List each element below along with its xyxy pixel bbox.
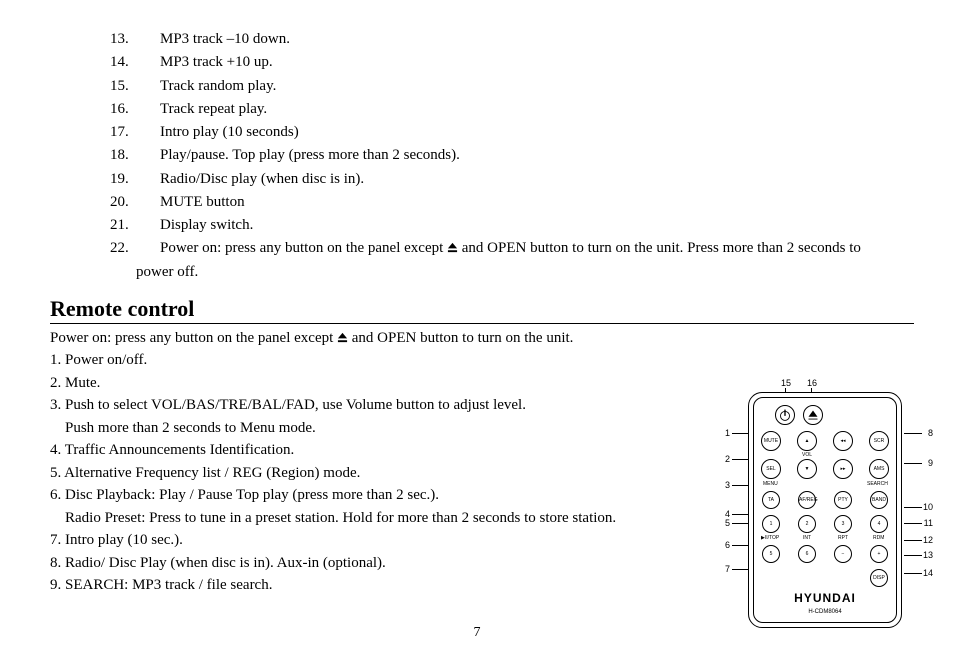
item-text: MP3 track –10 down. xyxy=(160,28,914,51)
vol-label: VOL xyxy=(802,452,812,458)
remote-diagram: 15 16 1 2 3 4 5 6 7 8 9 10 11 12 13 14 xyxy=(724,378,934,640)
list-item: 22. Power on: press any button on the pa… xyxy=(110,237,914,260)
eject-icon xyxy=(337,332,348,343)
ta-button: TA xyxy=(762,491,780,509)
page-number: 7 xyxy=(0,625,954,641)
list-item: 18. Play/pause. Top play (press more tha… xyxy=(110,144,914,167)
manual-page: 13. MP3 track –10 down. 14. MP3 track +1… xyxy=(0,0,954,649)
callout-14: 14 xyxy=(922,568,934,578)
item-number: 19. xyxy=(110,168,160,191)
callout-13: 13 xyxy=(922,550,934,560)
item-number: 13. xyxy=(110,28,160,51)
list-item: 1. Power on/off. xyxy=(50,349,914,372)
callout-8: 8 xyxy=(927,428,934,438)
list-item: 16. Track repeat play. xyxy=(110,98,914,121)
item-number: 20. xyxy=(110,191,160,214)
item-text: Power on: press any button on the panel … xyxy=(160,237,914,260)
item-number: 22. xyxy=(110,237,160,260)
callout-10: 10 xyxy=(922,502,934,512)
preset-6-button: 6 xyxy=(798,545,816,563)
rpt-label: RPT xyxy=(838,535,848,541)
sel-button: SEL xyxy=(761,459,781,479)
list-item: 15. Track random play. xyxy=(110,75,914,98)
preset-3-button: 3 xyxy=(834,515,852,533)
preset-2-button: 2 xyxy=(798,515,816,533)
callout-9: 9 xyxy=(927,458,934,468)
controls-list: 13. MP3 track –10 down. 14. MP3 track +1… xyxy=(50,28,914,284)
pty-button: PTY xyxy=(834,491,852,509)
band-button: BAND xyxy=(870,491,888,509)
item-text: Track repeat play. xyxy=(160,98,914,121)
down-button-icon: ▼ xyxy=(797,459,817,479)
skip-minus-button-icon: − xyxy=(834,545,852,563)
item-number: 14. xyxy=(110,51,160,74)
callout-15: 15 xyxy=(780,378,792,388)
list-item: 21. Display switch. xyxy=(110,214,914,237)
list-item: 20. MUTE button xyxy=(110,191,914,214)
remote-body: MUTE ▲ ◂◂ SCR VOL SEL ▼ ▸▸ AMS MENU SEAR… xyxy=(748,392,902,628)
item-number: 16. xyxy=(110,98,160,121)
ams-button: AMS xyxy=(869,459,889,479)
section-heading-remote-control: Remote control xyxy=(50,296,914,324)
top-label: ▶II/TOP xyxy=(761,535,779,541)
callout-6: 6 xyxy=(724,540,731,550)
preset-4-button: 4 xyxy=(870,515,888,533)
item-number: 17. xyxy=(110,121,160,144)
power-button-icon xyxy=(775,405,795,425)
callout-7: 7 xyxy=(724,564,731,574)
item-text-wrap: power off. xyxy=(136,261,914,284)
item-text: Play/pause. Top play (press more than 2 … xyxy=(160,144,914,167)
intro-text: Power on: press any button on the panel … xyxy=(50,327,914,350)
prev-button-icon: ◂◂ xyxy=(833,431,853,451)
scr-button: SCR xyxy=(869,431,889,451)
model-label: H-CDM8064 xyxy=(749,609,901,615)
callout-12: 12 xyxy=(922,535,934,545)
item-text: Display switch. xyxy=(160,214,914,237)
preset-5-button: 5 xyxy=(762,545,780,563)
callout-11: 11 xyxy=(923,518,934,528)
list-item: 13. MP3 track –10 down. xyxy=(110,28,914,51)
search-label: SEARCH xyxy=(867,481,888,487)
int-label: INT xyxy=(803,535,811,541)
disp-button: DISP xyxy=(870,569,888,587)
item-text: Radio/Disc play (when disc is in). xyxy=(160,168,914,191)
item-number: 15. xyxy=(110,75,160,98)
brand-label: HYUNDAI xyxy=(749,591,901,605)
callout-16: 16 xyxy=(806,378,818,388)
callout-5: 5 xyxy=(724,518,731,528)
intro-after: and OPEN button to turn on the unit. xyxy=(352,330,574,346)
item-text: MP3 track +10 up. xyxy=(160,51,914,74)
mute-button: MUTE xyxy=(761,431,781,451)
up-button-icon: ▲ xyxy=(797,431,817,451)
callout-1: 1 xyxy=(724,428,731,438)
item-text-before: Power on: press any button on the panel … xyxy=(160,240,447,256)
item-text: Intro play (10 seconds) xyxy=(160,121,914,144)
list-item: 14. MP3 track +10 up. xyxy=(110,51,914,74)
next-button-icon: ▸▸ xyxy=(833,459,853,479)
eject-button-icon xyxy=(803,405,823,425)
preset-1-button: 1 xyxy=(762,515,780,533)
item-text: MUTE button xyxy=(160,191,914,214)
afreg-button: AF/REG xyxy=(798,491,816,509)
item-number: 21. xyxy=(110,214,160,237)
menu-label: MENU xyxy=(763,481,778,487)
list-item: 17. Intro play (10 seconds) xyxy=(110,121,914,144)
callout-2: 2 xyxy=(724,454,731,464)
list-item: 19. Radio/Disc play (when disc is in). xyxy=(110,168,914,191)
eject-icon xyxy=(447,242,458,253)
rdm-label: RDM xyxy=(873,535,884,541)
item-text-after: and OPEN button to turn on the unit. Pre… xyxy=(462,240,861,256)
item-number: 18. xyxy=(110,144,160,167)
intro-before: Power on: press any button on the panel … xyxy=(50,330,337,346)
callout-3: 3 xyxy=(724,480,731,490)
skip-plus-button-icon: + xyxy=(870,545,888,563)
item-text: Track random play. xyxy=(160,75,914,98)
